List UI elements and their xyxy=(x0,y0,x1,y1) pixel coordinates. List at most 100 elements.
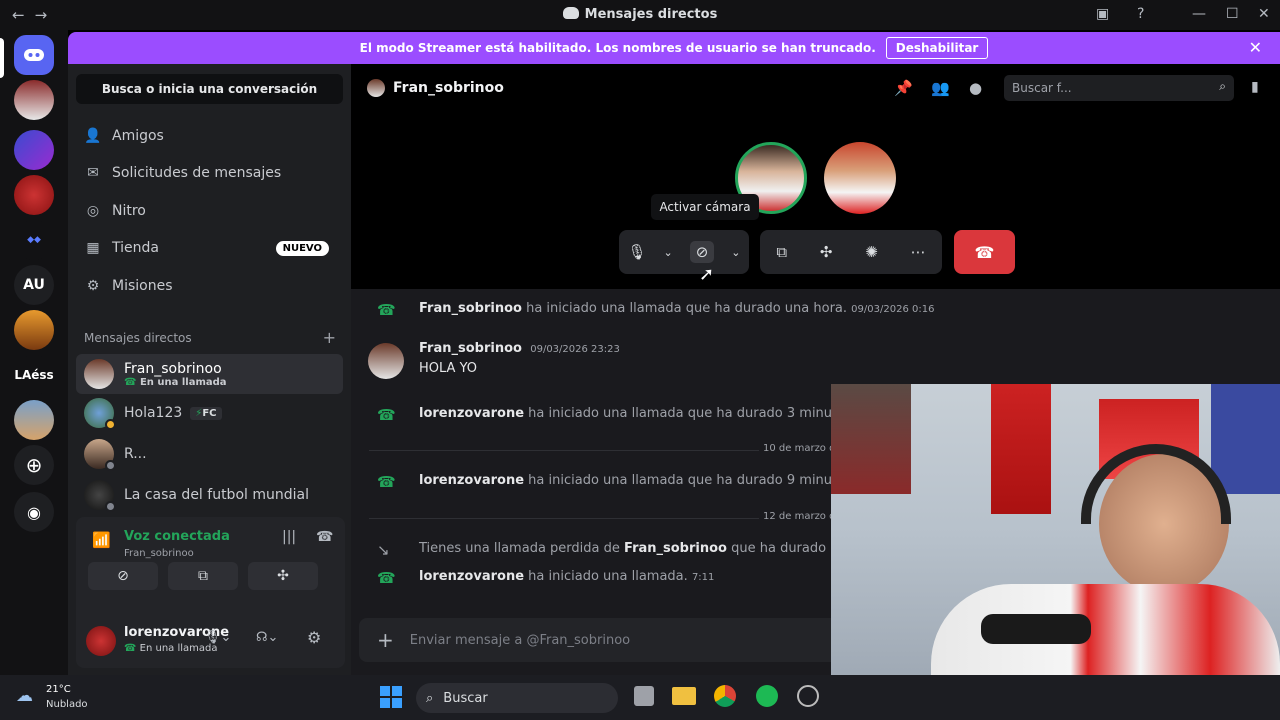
disconnect-icon[interactable]: ☎ xyxy=(316,529,333,545)
nav-nitro[interactable]: ◎ Nitro xyxy=(76,194,343,228)
more-icon[interactable]: ⋯ xyxy=(911,243,926,261)
avatar[interactable] xyxy=(368,343,404,379)
server-icon[interactable] xyxy=(14,175,54,215)
chat-header: Fran_sobrinoo 📌 👥 ● Buscar f... ⌕ ▮ xyxy=(351,64,1280,112)
chat-title[interactable]: Fran_sobrinoo xyxy=(393,80,504,96)
maximize-button[interactable]: ☐ xyxy=(1226,6,1239,22)
avatar xyxy=(84,439,116,471)
jersey xyxy=(991,384,1051,514)
server-icon[interactable] xyxy=(14,310,54,350)
camera-button[interactable]: ⊘ xyxy=(88,562,158,590)
screenshare-icon[interactable]: ⧉ xyxy=(776,243,787,261)
dm-name: R... xyxy=(124,446,147,462)
cursor-icon: ➚ xyxy=(699,264,715,285)
soundboard-icon[interactable]: ✺ xyxy=(865,243,878,261)
dm-name: Hola123 xyxy=(124,405,183,421)
phone-icon: ☎ xyxy=(124,376,137,388)
nav-shop[interactable]: ▦ Tienda NUEVO xyxy=(76,231,343,265)
mail-icon: ✉ xyxy=(87,165,99,181)
chrome-icon[interactable] xyxy=(714,685,736,707)
hang-up-button[interactable]: ☎ xyxy=(954,230,1015,274)
help-icon[interactable]: ? xyxy=(1137,6,1144,22)
explore-icon[interactable]: ◉ xyxy=(14,492,54,532)
server-laess[interactable]: LAéss xyxy=(14,355,54,395)
task-view-icon[interactable] xyxy=(634,686,654,706)
activities-icon: ✣ xyxy=(277,568,289,584)
avatar xyxy=(84,398,116,430)
nav-friends[interactable]: 👤 Amigos xyxy=(76,119,343,153)
dm-item-la-casa[interactable]: La casa del futbol mundial xyxy=(76,475,343,515)
avatar xyxy=(84,359,114,389)
find-conversation-button[interactable]: Busca o inicia una conversación xyxy=(76,74,343,104)
taskbar-search-label: Buscar xyxy=(443,690,488,706)
app-icon[interactable] xyxy=(797,685,819,707)
inbox-icon[interactable]: ▣ xyxy=(1096,6,1109,22)
camera-off-icon: ⊘ xyxy=(117,568,129,584)
soundwave-icon[interactable]: ||| xyxy=(282,529,296,545)
media-controls: 🎙 ⌄ ⊘ ⌄ xyxy=(619,230,749,274)
active-pill xyxy=(0,38,4,78)
server-au[interactable]: AU xyxy=(14,265,54,305)
temperature[interactable]: 21°C xyxy=(46,684,71,695)
avatar[interactable] xyxy=(86,626,116,656)
search-input[interactable]: Buscar f... ⌕ xyxy=(1004,75,1234,101)
add-friend-icon[interactable]: 👥 xyxy=(931,79,950,97)
dm-item-hola123[interactable]: Hola123 ⚡FC xyxy=(76,393,343,433)
camera-off-icon[interactable]: ⊘ xyxy=(689,241,715,263)
screenshare-icon: ⧉ xyxy=(198,568,208,584)
dm-sidebar: Busca o inicia una conversación 👤 Amigos … xyxy=(68,64,351,675)
signal-icon: 📶 xyxy=(92,531,111,549)
screenshare-button[interactable]: ⧉ xyxy=(168,562,238,590)
file-explorer-icon[interactable] xyxy=(672,687,696,705)
bookmark-icon[interactable]: ▮ xyxy=(1251,79,1259,95)
profile-icon[interactable]: ● xyxy=(969,79,982,97)
hang-up-icon: ☎ xyxy=(974,242,995,262)
headphones-icon[interactable]: ☊⌄ xyxy=(256,630,278,645)
close-window-button[interactable]: ✕ xyxy=(1258,6,1270,22)
server-tag: ⚡FC xyxy=(190,406,222,420)
windows-start-icon[interactable] xyxy=(380,686,402,708)
dm-item-r[interactable]: R... xyxy=(76,434,343,474)
microphone-icon[interactable]: 🎙 xyxy=(627,243,646,261)
weather[interactable]: Nublado xyxy=(46,699,88,710)
chevron-down-icon[interactable]: ⌄ xyxy=(731,246,740,259)
missed-call-icon: ↘ xyxy=(377,541,390,559)
search-icon: ⌕ xyxy=(1219,79,1226,93)
composer-placeholder: Enviar mensaje a @Fran_sobrinoo xyxy=(409,632,631,648)
shop-icon: ▦ xyxy=(86,240,100,256)
disable-streamer-button[interactable]: Deshabilitar xyxy=(885,37,989,59)
nav-quests[interactable]: ⚙ Misiones xyxy=(76,269,343,303)
nav-message-requests[interactable]: ✉ Solicitudes de mensajes xyxy=(76,156,343,190)
spotify-icon[interactable] xyxy=(756,685,778,707)
webcam-overlay xyxy=(831,384,1280,720)
search-icon: ⌕ xyxy=(426,690,434,706)
server-icon[interactable] xyxy=(14,400,54,440)
pin-icon[interactable]: 📌 xyxy=(894,79,913,97)
voice-channel[interactable]: Fran_sobrinoo xyxy=(124,548,194,559)
taskbar-search[interactable]: ⌕ Buscar xyxy=(416,683,618,713)
activities-button[interactable]: ✣ xyxy=(248,562,318,590)
minimize-button[interactable]: — xyxy=(1192,6,1206,22)
activities-icon[interactable]: ✣ xyxy=(820,243,833,261)
chevron-down-icon[interactable]: ⌄ xyxy=(664,246,673,259)
title-bar: ←→ Mensajes directos ▣ ? — ☐ ✕ xyxy=(0,0,1280,30)
microphone xyxy=(981,614,1091,644)
close-icon[interactable]: ✕ xyxy=(1249,38,1262,57)
add-dm-icon[interactable]: + xyxy=(323,328,336,347)
dm-header: Mensajes directos xyxy=(84,331,192,345)
add-server-icon[interactable]: ⊕ xyxy=(14,445,54,485)
home-button[interactable] xyxy=(14,35,54,75)
server-icon[interactable]: ◆◆ xyxy=(14,220,54,260)
participant-avatar[interactable] xyxy=(824,142,896,214)
dm-item-fran[interactable]: Fran_sobrinoo ☎ En una llamada xyxy=(76,354,343,394)
window-title: Mensajes directos xyxy=(584,7,718,22)
banner-text: El modo Streamer está habilitado. Los no… xyxy=(359,41,876,55)
dm-name: Fran_sobrinoo xyxy=(124,360,222,377)
settings-icon[interactable]: ⚙ xyxy=(307,628,321,647)
add-attachment-icon[interactable]: + xyxy=(377,628,394,652)
avatar xyxy=(84,480,116,512)
server-icon[interactable] xyxy=(14,130,54,170)
microphone-icon[interactable]: 🎙⌄ xyxy=(204,630,231,645)
search-placeholder: Buscar f... xyxy=(1012,81,1072,95)
server-call-avatar[interactable] xyxy=(14,80,54,120)
